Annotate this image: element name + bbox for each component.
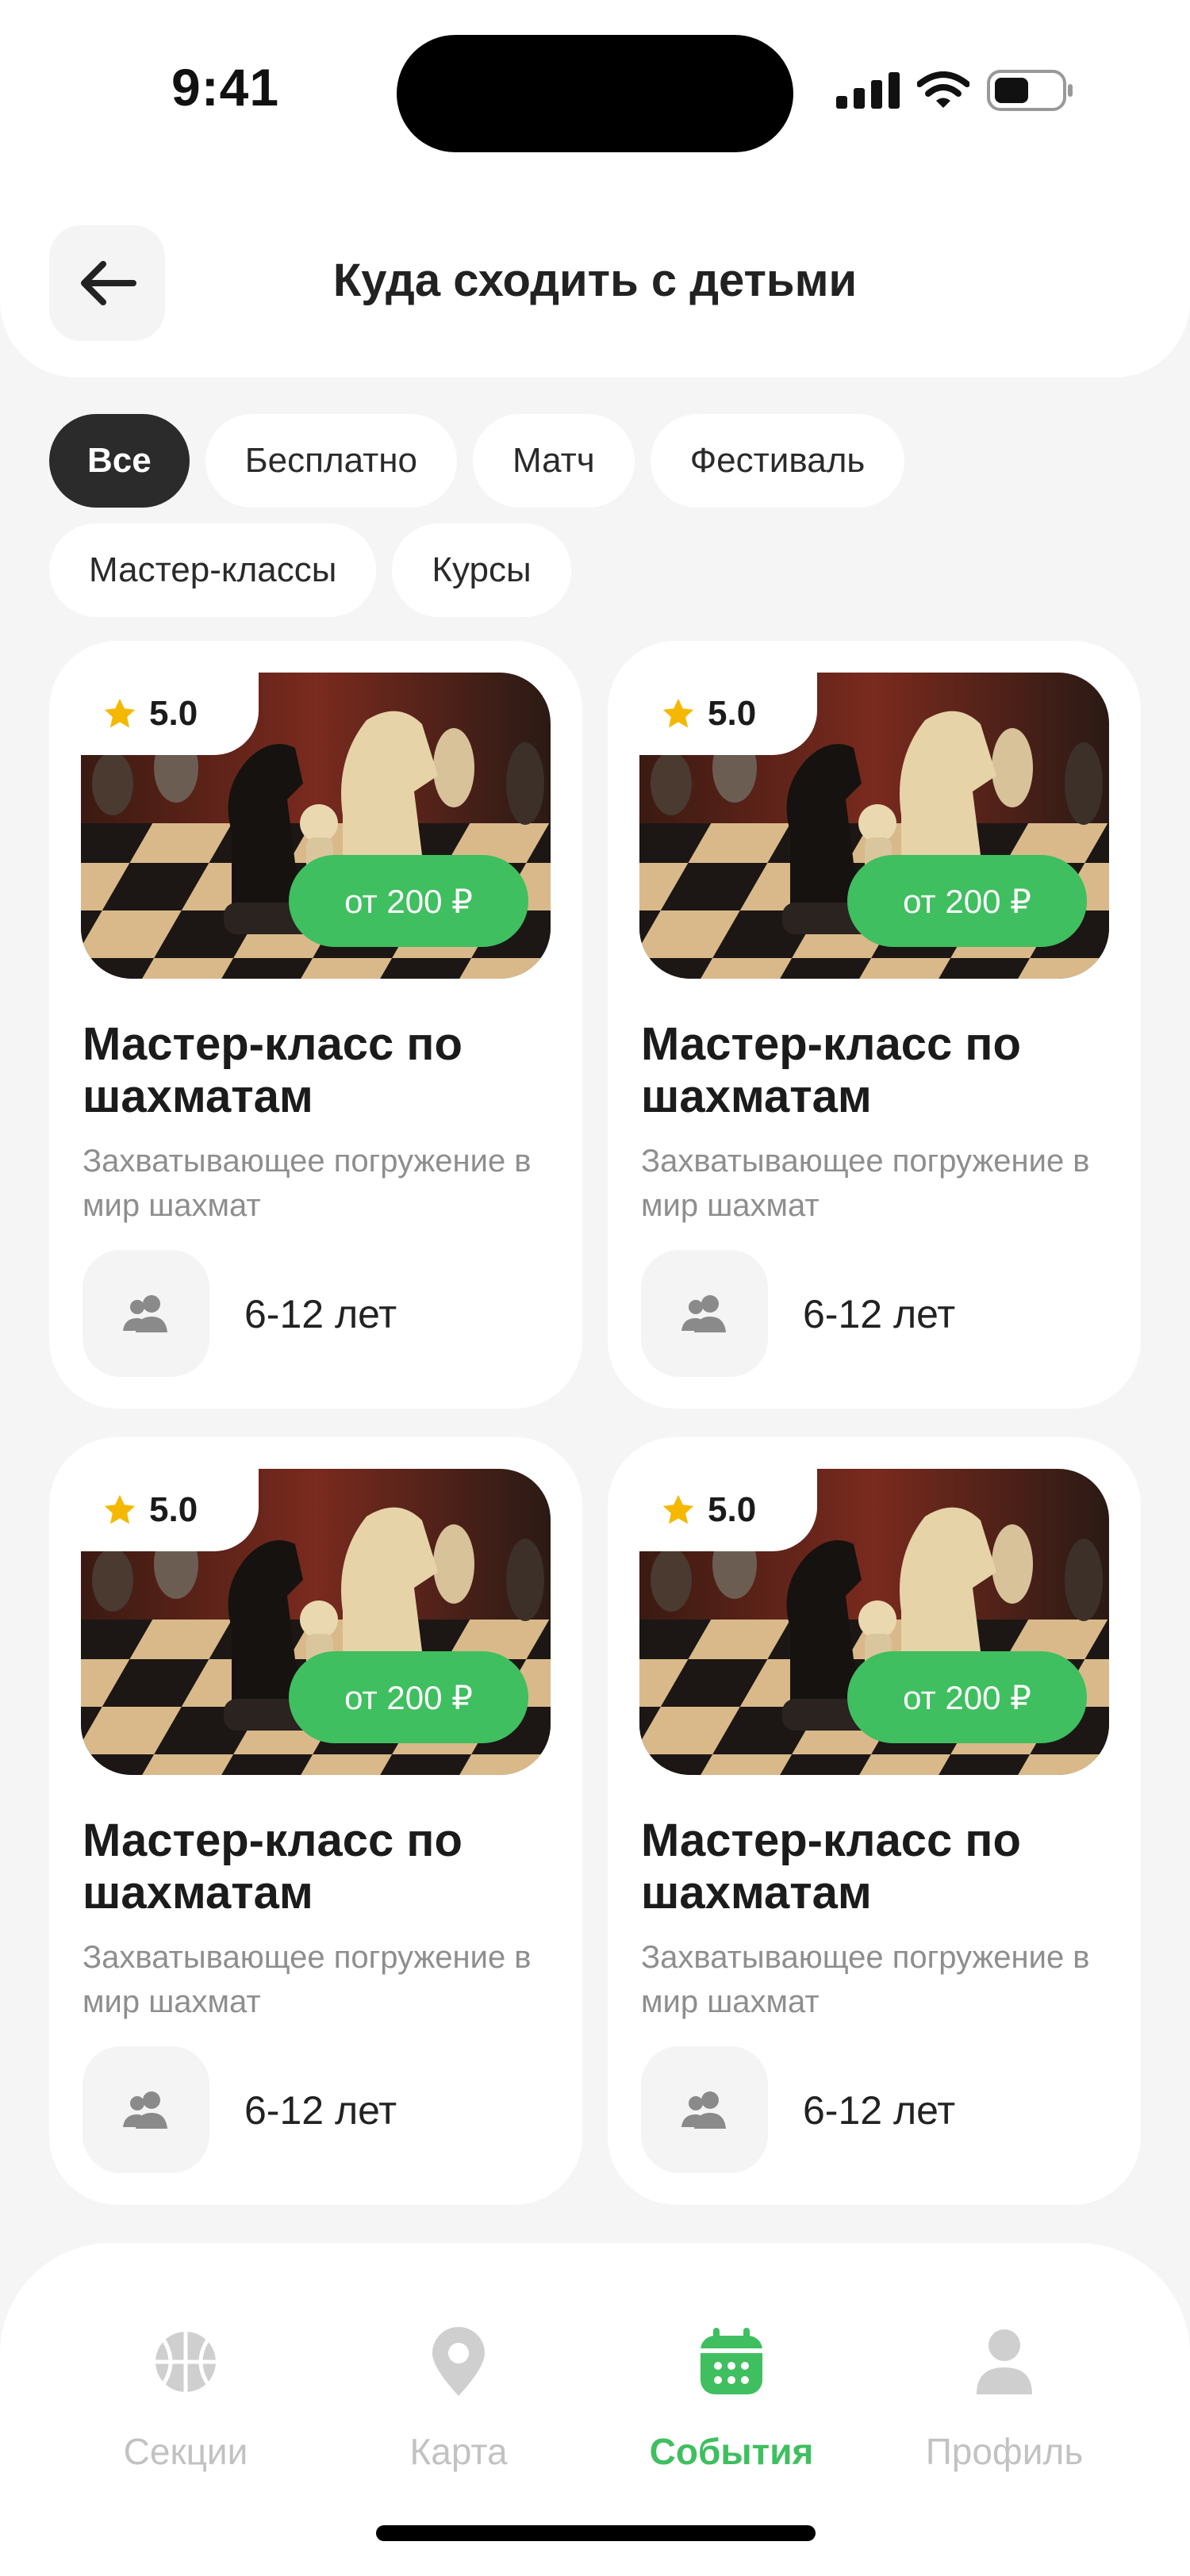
rating-badge: 5.0 (639, 673, 817, 755)
chip-all[interactable]: Все (49, 414, 190, 508)
status-bar: 9:41 (0, 0, 1190, 159)
nav-item-profile[interactable]: Профиль (869, 2322, 1139, 2473)
status-icons (836, 70, 1074, 111)
star-icon (104, 1494, 136, 1524)
price-badge: от 200 ₽ (847, 1651, 1087, 1743)
filter-chips: Все Бесплатно Матч Фестиваль Мастер-клас… (49, 414, 1160, 617)
age-group-icon (83, 2046, 209, 2173)
event-description: Захватывающее погружение в мир шахмат (83, 1144, 532, 1223)
age-group-icon (83, 1250, 209, 1377)
event-age: 6-12 лет (244, 2088, 397, 2133)
event-description: Захватывающее погружение в мир шахмат (641, 1940, 1090, 2019)
nav-label: Карта (409, 2431, 508, 2472)
event-age: 6-12 лет (803, 2088, 956, 2133)
rating-badge: 5.0 (81, 673, 259, 755)
event-description: Захватывающее погружение в мир шахмат (641, 1144, 1090, 1223)
event-title: Мастер-класс по шахматам (641, 1815, 1021, 1919)
nav-item-events[interactable]: События (597, 2322, 866, 2473)
event-description: Захватывающее погружение в мир шахмат (83, 1940, 532, 2019)
age-group-icon (641, 1250, 768, 1377)
star-icon (662, 1494, 694, 1524)
calendar-icon (701, 2328, 762, 2394)
wifi-icon (917, 71, 969, 108)
dynamic-island (397, 35, 793, 152)
price-badge: от 200 ₽ (847, 855, 1087, 947)
profile-icon (977, 2329, 1032, 2394)
event-card[interactable]: 5.0 от 200 ₽ Мастер-класс по шахматам За… (608, 1437, 1141, 2205)
page-title: Куда сходить с детьми (332, 255, 858, 306)
event-title: Мастер-класс по шахматам (83, 1018, 463, 1122)
map-pin-icon (432, 2327, 485, 2396)
event-age: 6-12 лет (244, 1292, 397, 1336)
event-card[interactable]: 5.0 от 200 ₽ Мастер-класс по шахматам За… (49, 1437, 582, 2205)
nav-label: События (649, 2431, 814, 2472)
price-badge: от 200 ₽ (289, 855, 528, 947)
rating-badge: 5.0 (639, 1469, 817, 1551)
chip-match[interactable]: Матч (473, 414, 635, 508)
star-icon (662, 698, 694, 728)
nav-label: Профиль (925, 2431, 1084, 2472)
age-group-icon (641, 2046, 768, 2173)
rating-value: 5.0 (708, 1490, 757, 1529)
event-age: 6-12 лет (803, 1292, 956, 1336)
event-title: Мастер-класс по шахматам (641, 1018, 1021, 1122)
rating-value: 5.0 (708, 694, 757, 733)
event-card[interactable]: 5.0 от 200 ₽ Мастер-класс по шахматам За… (49, 641, 582, 1409)
nav-item-sections[interactable]: Секции (51, 2322, 321, 2473)
nav-item-map[interactable]: Карта (324, 2322, 593, 2473)
event-title: Мастер-класс по шахматам (83, 1815, 463, 1919)
chip-courses[interactable]: Курсы (392, 523, 571, 617)
price-badge: от 200 ₽ (289, 1651, 528, 1743)
chip-free[interactable]: Бесплатно (205, 414, 457, 508)
cellular-signal-icon (836, 72, 900, 109)
chip-master-classes[interactable]: Мастер-классы (49, 523, 377, 617)
basketball-icon (155, 2332, 216, 2392)
rating-value: 5.0 (149, 1490, 198, 1529)
rating-badge: 5.0 (81, 1469, 259, 1551)
home-indicator (376, 2525, 816, 2541)
nav-label: Секции (123, 2431, 248, 2472)
status-time: 9:41 (171, 58, 280, 117)
battery-icon (987, 70, 1073, 111)
event-card[interactable]: 5.0 от 200 ₽ Мастер-класс по шахматам За… (608, 641, 1141, 1409)
events-grid: 5.0 от 200 ₽ Мастер-класс по шахматам За… (49, 641, 1141, 2205)
rating-value: 5.0 (149, 694, 198, 733)
chip-festival[interactable]: Фестиваль (650, 414, 905, 508)
star-icon (104, 698, 136, 728)
